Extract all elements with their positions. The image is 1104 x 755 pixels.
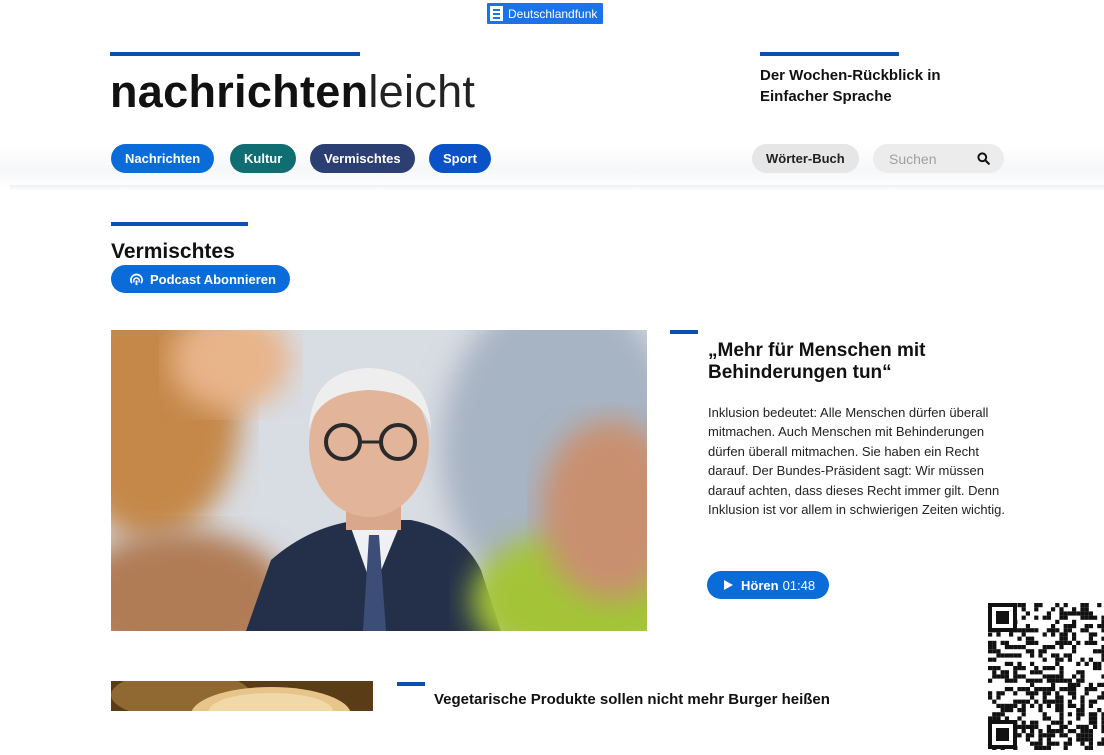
section-accent-bar [111, 222, 248, 226]
nav-item-vermischtes[interactable]: Vermischtes [310, 144, 415, 173]
nav-item-sport[interactable]: Sport [429, 144, 491, 173]
article-title[interactable]: Vegetarische Produkte sollen nicht mehr … [434, 691, 830, 708]
play-icon [724, 580, 733, 590]
podcast-subscribe-label: Podcast Abonnieren [150, 271, 276, 287]
site-logo[interactable]: nachrichtenleicht [110, 66, 475, 118]
nav-item-nachrichten[interactable]: Nachrichten [111, 144, 215, 173]
podcast-icon [130, 273, 143, 285]
article-image[interactable] [111, 681, 373, 711]
masthead-accent-bar [110, 52, 360, 56]
burger-photo [111, 681, 373, 711]
article-title[interactable]: „Mehr für Menschen mit Behinderungen tun… [708, 340, 998, 384]
article-accent-bar [670, 330, 698, 334]
listen-button[interactable]: Hören 01:48 [707, 571, 830, 599]
site-logo-bold: nachrichten [110, 66, 369, 117]
search-input[interactable] [887, 149, 971, 168]
qr-code-graphic [988, 603, 1104, 750]
broadcaster-name: Deutschlandfunk [508, 6, 598, 21]
nav-divider [10, 185, 1104, 191]
listen-label: Hören [741, 577, 779, 593]
qr-code [988, 603, 1104, 750]
site-tagline: Der Wochen-Rückblick in Einfacher Sprach… [760, 67, 941, 105]
broadcaster-badge[interactable]: Deutschlandfunk [487, 3, 604, 24]
tagline-accent-bar [760, 52, 899, 56]
site-logo-light: leicht [368, 66, 476, 117]
nav-item-kultur[interactable]: Kultur [230, 144, 297, 173]
article-image[interactable] [111, 330, 647, 631]
portrait-photo [111, 330, 647, 631]
listen-duration: 01:48 [782, 577, 816, 593]
dictionary-button[interactable]: Wörter-Buch [752, 144, 859, 173]
podcast-subscribe-button[interactable]: Podcast Abonnieren [111, 265, 290, 293]
section-title: Vermischtes [111, 240, 235, 263]
search-icon[interactable] [977, 152, 990, 165]
search-box [873, 144, 1004, 173]
broadcaster-logo-icon [490, 6, 503, 21]
article-teaser: Inklusion bedeutet: Alle Menschen dürfen… [708, 405, 1005, 518]
article-accent-bar [397, 682, 425, 686]
